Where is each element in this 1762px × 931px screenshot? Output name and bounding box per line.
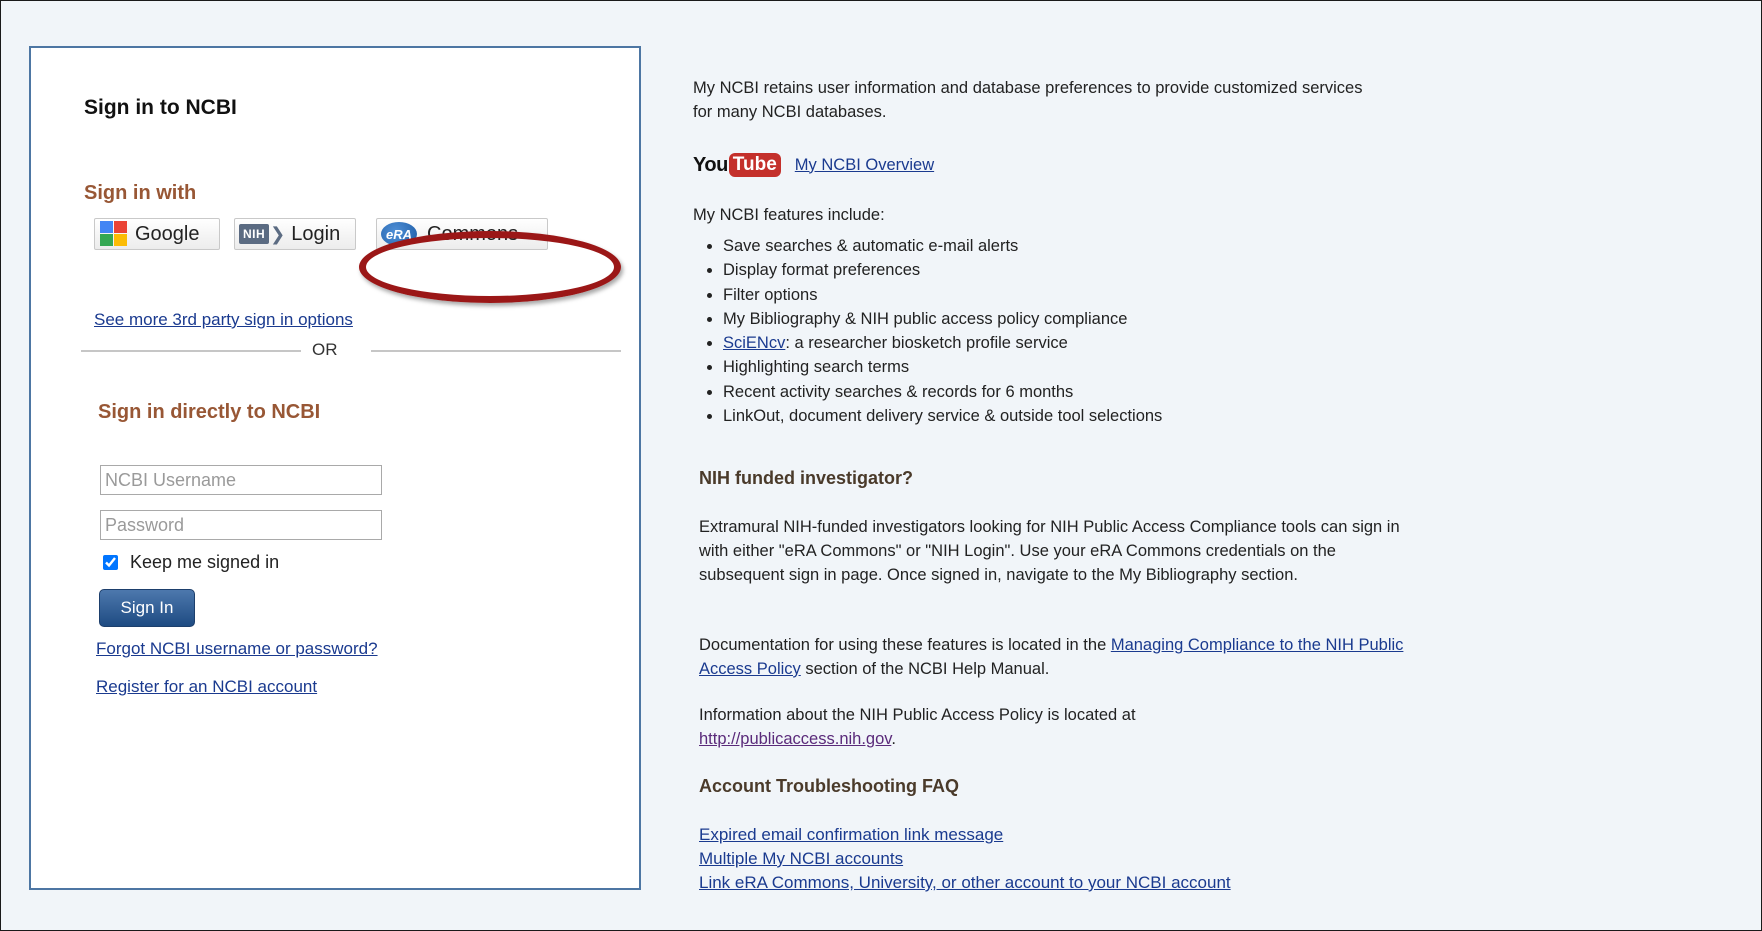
google-icon: [100, 221, 128, 247]
feature-item: Save searches & automatic e-mail alerts: [723, 234, 1162, 258]
feature-item: LinkOut, document delivery service & out…: [723, 404, 1162, 428]
nih-login-label: Login: [291, 222, 341, 245]
direct-signin-heading: Sign in directly to NCBI: [98, 401, 321, 423]
documentation-text: Documentation for using these features i…: [699, 636, 1404, 678]
google-label: Google: [135, 222, 200, 245]
feature-item: Filter options: [723, 283, 1162, 307]
feature-item: SciENcv: a researcher biosketch profile …: [723, 331, 1162, 355]
era-commons-button[interactable]: eRA Commons: [376, 218, 548, 250]
divider-right: [371, 350, 621, 352]
faq-link[interactable]: Link eRA Commons, University, or other a…: [699, 871, 1231, 895]
nih-investigator-text: Extramural NIH-funded investigators look…: [699, 518, 1400, 584]
signin-button[interactable]: Sign In: [99, 589, 195, 627]
faq-heading: Account Troubleshooting FAQ: [699, 776, 959, 796]
era-commons-label: Commons: [427, 222, 519, 245]
feature-item: My Bibliography & NIH public access poli…: [723, 307, 1162, 331]
page-frame: Sign in to NCBI Sign in with Google NIH …: [0, 0, 1762, 931]
era-logo-icon: eRA: [381, 222, 417, 246]
signin-with-heading: Sign in with: [84, 182, 197, 204]
youtube-row: You Tube My NCBI Overview: [693, 153, 934, 177]
password-input[interactable]: [100, 510, 382, 540]
feature-item: Highlighting search terms: [723, 355, 1162, 379]
keep-signed-in-checkbox[interactable]: [103, 555, 118, 570]
username-input[interactable]: [100, 465, 382, 495]
faq-link[interactable]: Multiple My NCBI accounts: [699, 847, 1231, 871]
nih-chevron-icon: ❯: [270, 223, 286, 244]
divider-left: [81, 350, 301, 352]
register-account-link[interactable]: Register for an NCBI account: [96, 677, 317, 697]
nih-logo-icon: NIH ❯: [239, 223, 285, 245]
feature-text: : a researcher biosketch profile service: [785, 334, 1068, 353]
feature-item: Recent activity searches & records for 6…: [723, 380, 1162, 404]
nih-login-button[interactable]: NIH ❯ Login: [234, 218, 356, 250]
forgot-credentials-link[interactable]: Forgot NCBI username or password?: [96, 639, 378, 659]
panel-title: Sign in to NCBI: [84, 96, 237, 119]
google-signin-button[interactable]: Google: [94, 218, 220, 250]
more-signin-options-link[interactable]: See more 3rd party sign in options: [94, 310, 353, 330]
faq-links: Expired email confirmation link message …: [699, 823, 1231, 895]
youtube-icon: You Tube: [693, 153, 781, 177]
nih-investigator-heading: NIH funded investigator?: [699, 468, 914, 488]
keep-signed-in-label: Keep me signed in: [130, 552, 280, 572]
feature-item: Display format preferences: [723, 258, 1162, 282]
keep-signed-in-row[interactable]: Keep me signed in: [103, 552, 279, 573]
policy-info-text: Information about the NIH Public Access …: [699, 706, 1136, 748]
sciencv-link[interactable]: SciENcv: [723, 334, 785, 352]
features-heading: My NCBI features include:: [693, 206, 885, 224]
features-list: Save searches & automatic e-mail alerts …: [693, 234, 1162, 428]
signin-panel: Sign in to NCBI Sign in with Google NIH …: [29, 46, 641, 890]
intro-text: My NCBI retains user information and dat…: [693, 79, 1363, 121]
faq-link[interactable]: Expired email confirmation link message: [699, 823, 1231, 847]
or-label: OR: [312, 340, 338, 359]
nih-badge: NIH: [239, 224, 270, 244]
ncbi-overview-video-link[interactable]: My NCBI Overview: [795, 156, 934, 175]
publicaccess-link[interactable]: http://publicaccess.nih.gov: [699, 730, 891, 748]
